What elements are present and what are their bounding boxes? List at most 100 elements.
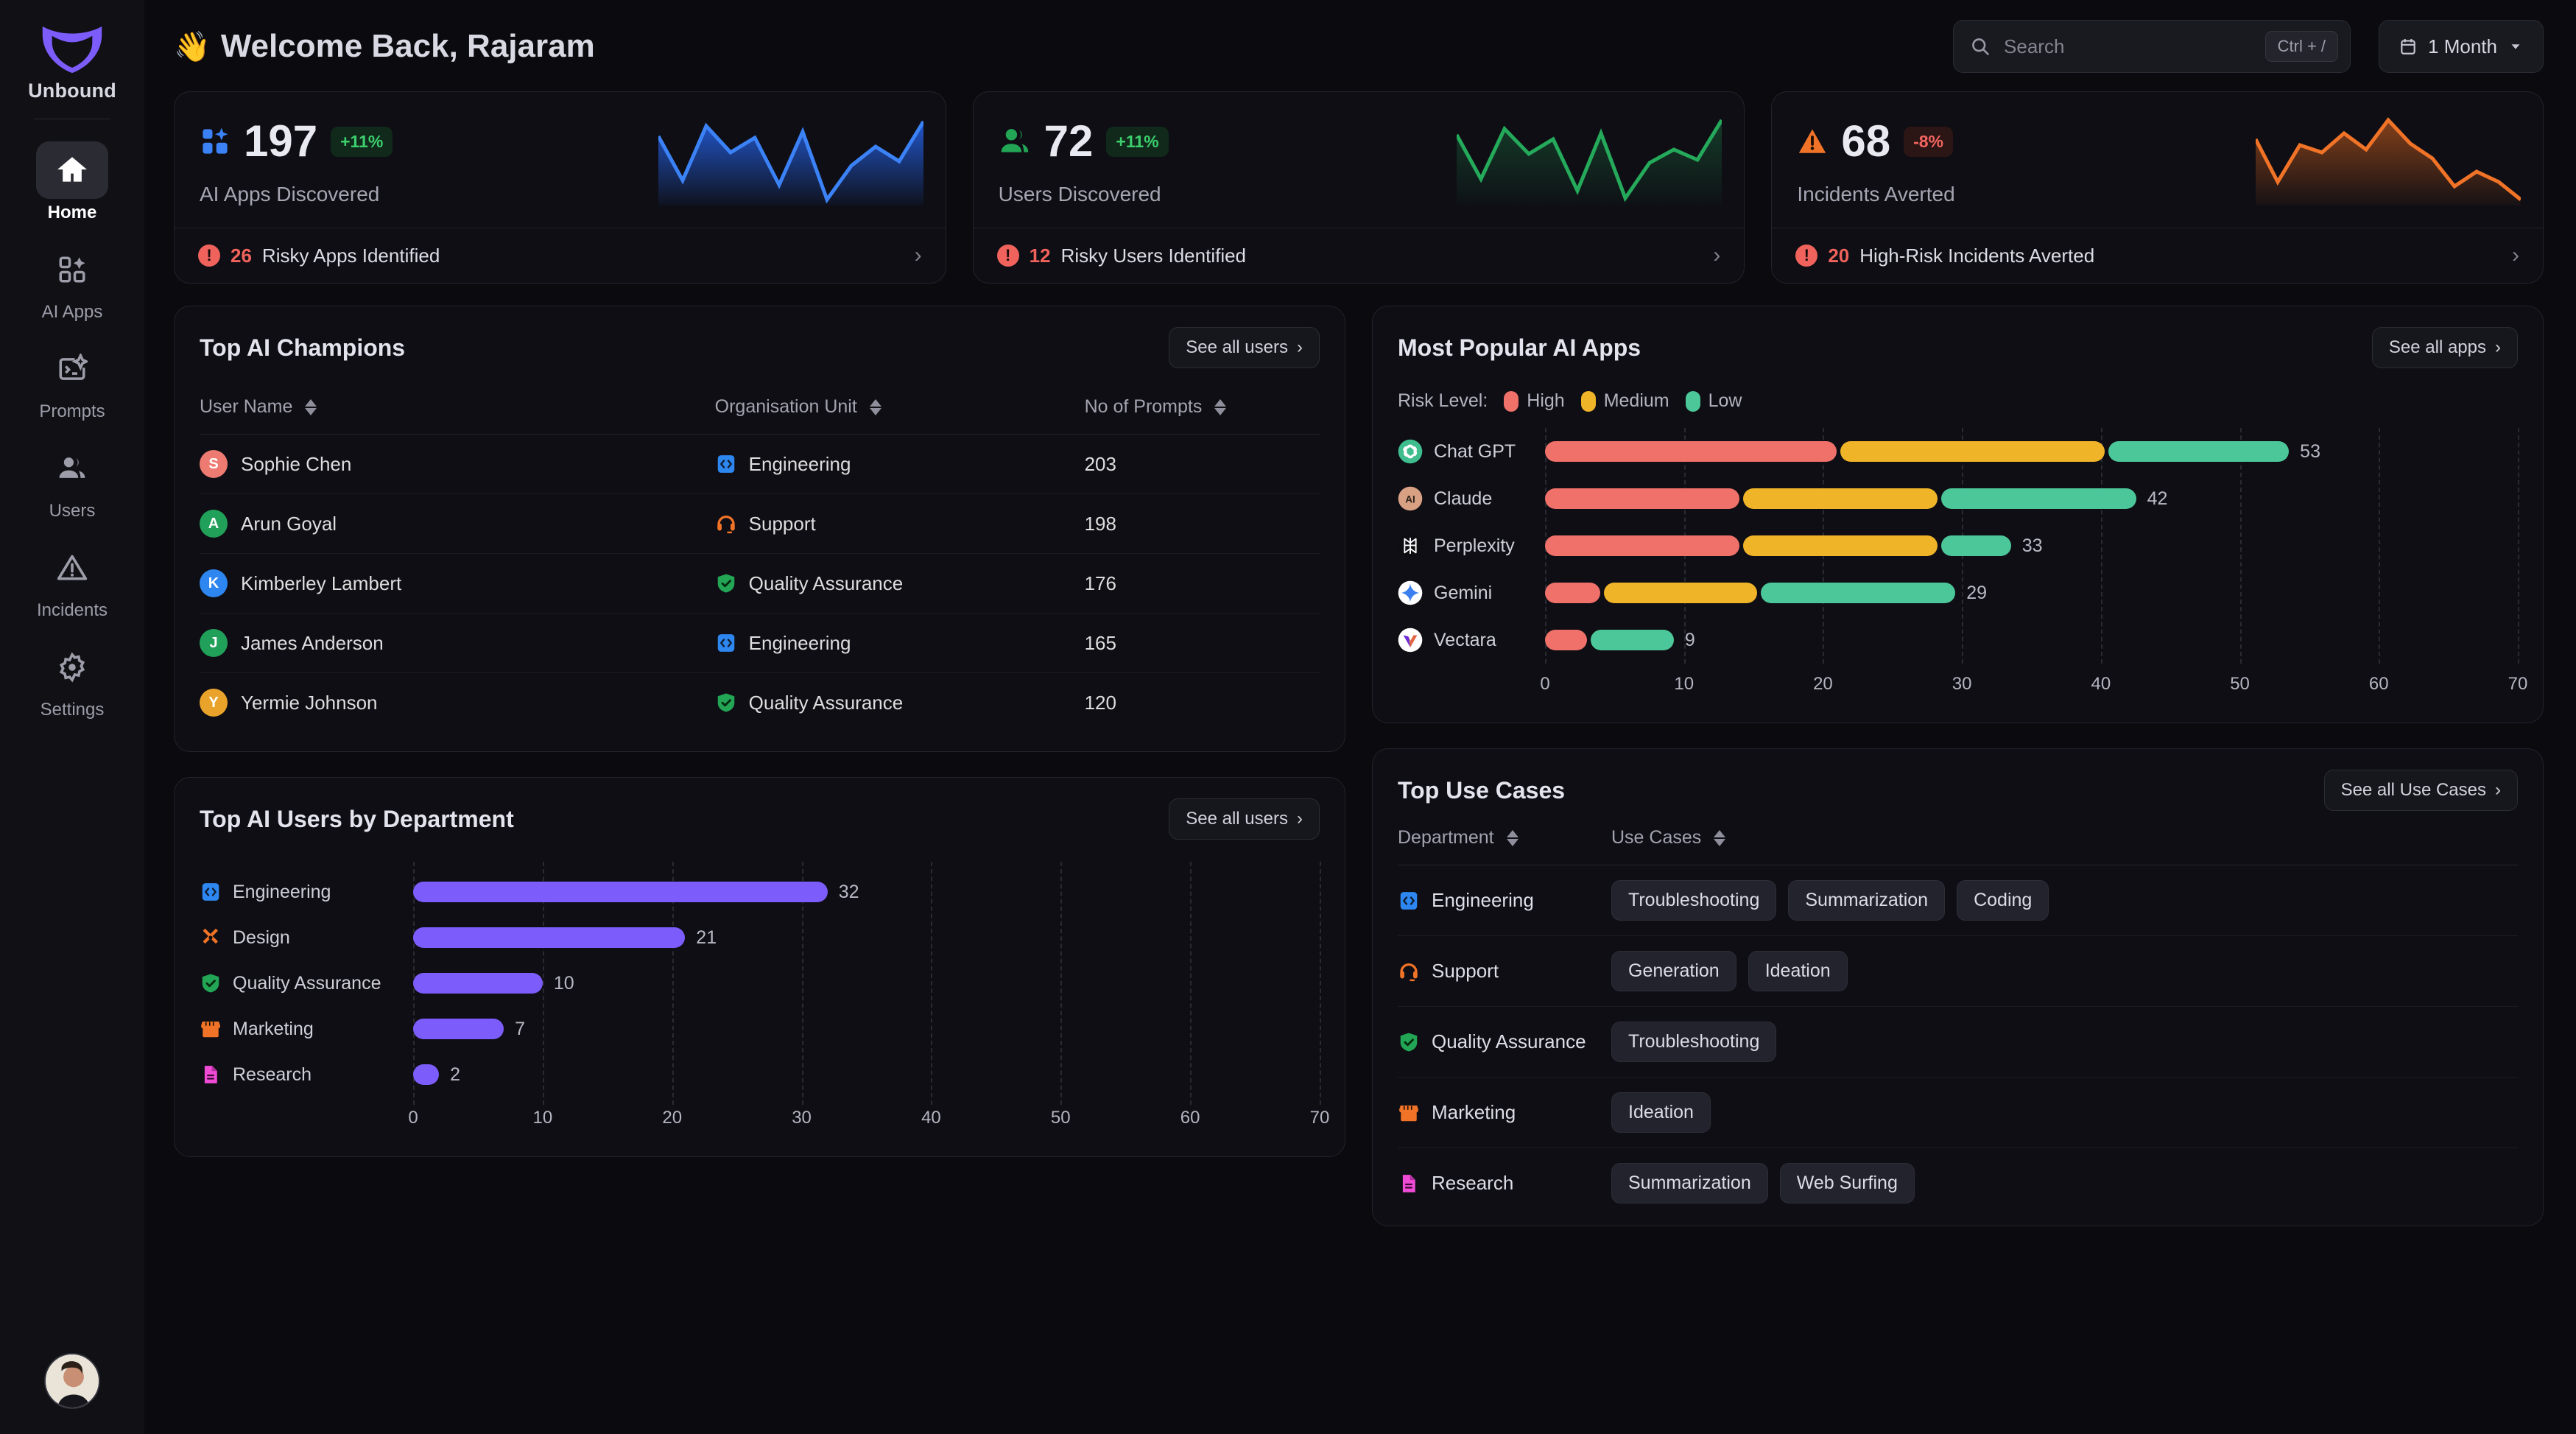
table-row[interactable]: Marketing Ideation [1398, 1078, 2518, 1148]
see-all-use-cases-button[interactable]: See all Use Cases › [2323, 770, 2518, 811]
shield-check-icon [715, 692, 737, 714]
sidebar-item-ai-apps[interactable]: AI Apps [0, 231, 144, 330]
use-case-tag[interactable]: Ideation [1748, 951, 1848, 991]
use-case-tag[interactable]: Generation [1611, 951, 1736, 991]
chart-bar-row[interactable]: Quality Assurance 10 [200, 960, 1320, 1006]
category-name: Research [233, 1064, 312, 1085]
kpi-footer-link[interactable]: ! 20 High-Risk Incidents Averted › [1772, 228, 2544, 283]
use-case-tag[interactable]: Troubleshooting [1611, 880, 1777, 921]
kpi-footer-text: High-Risk Incidents Averted [1859, 244, 2095, 267]
chart-bar-row[interactable]: Vectara 9 [1398, 616, 2518, 664]
chart-bar-row[interactable]: Marketing 7 [200, 1006, 1320, 1052]
axis-tick-label: 0 [1540, 674, 1550, 694]
column-header-org-unit[interactable]: Organisation Unit [714, 386, 1085, 435]
gemini-icon [1398, 580, 1423, 605]
panels-grid: Top AI Champions See all users › User Na… [174, 306, 2544, 1226]
axis-tick-label: 10 [1674, 674, 1695, 694]
sidebar-item-settings[interactable]: Settings [0, 628, 144, 728]
risk-level-legend: Risk Level: High Medium Low [1398, 390, 2518, 412]
org-unit-label: Engineering [748, 452, 851, 475]
bar-track: 21 [413, 927, 1320, 949]
see-all-users-button[interactable]: See all users › [1169, 327, 1320, 368]
chart-bar-row[interactable]: Research 2 [200, 1052, 1320, 1097]
axis-tick-label: 70 [2508, 674, 2528, 694]
date-range-selector[interactable]: 1 Month [2379, 20, 2544, 73]
table-row[interactable]: Quality Assurance Troubleshooting [1398, 1007, 2518, 1078]
legend-swatch [1580, 390, 1596, 412]
bar-segment-high [1545, 488, 1740, 509]
use-case-tag[interactable]: Summarization [1788, 880, 1946, 921]
bar-value-label: 33 [2021, 535, 2043, 556]
bar-segment-medium [1604, 583, 1758, 603]
column-header-user-name[interactable]: User Name [200, 386, 715, 435]
chart-bar-row[interactable]: Engineering 32 [200, 869, 1320, 915]
kpi-footer-link[interactable]: ! 26 Risky Apps Identified › [175, 228, 946, 283]
table-row[interactable]: J James Anderson Engineering 165 [200, 613, 1320, 673]
table-row[interactable]: Research Summarization Web Surfing [1398, 1148, 2518, 1218]
chart-bar-row[interactable]: Gemini 29 [1398, 569, 2518, 616]
column-header-use-cases[interactable]: Use Cases [1611, 827, 1726, 848]
table-row[interactable]: Engineering Troubleshooting Summarization C… [1398, 865, 2518, 936]
column-header-prompts[interactable]: No of Prompts [1084, 386, 1320, 435]
search-input[interactable] [2004, 35, 2252, 58]
chevron-right-icon: › [2495, 337, 2501, 357]
use-case-tag[interactable]: Summarization [1611, 1163, 1768, 1203]
kpi-footer-count: 20 [1828, 244, 1850, 267]
bar-segment-high [1545, 630, 1587, 650]
bar-segment-medium [1840, 441, 2105, 462]
cell-user-name: K Kimberley Lambert [200, 553, 715, 614]
kpi-delta-badge: +11% [1106, 126, 1169, 157]
chart-bar-row[interactable]: Perplexity 33 [1398, 522, 2518, 569]
bar-category-label: Chat GPT [1398, 439, 1545, 464]
chevron-right-icon: › [2495, 780, 2501, 800]
users-icon [36, 440, 108, 497]
use-case-tag[interactable]: Troubleshooting [1611, 1022, 1777, 1062]
column-label: Organisation Unit [714, 396, 857, 417]
see-all-apps-button[interactable]: See all apps › [2371, 327, 2518, 368]
chart-bar-row[interactable]: Chat GPT 53 [1398, 428, 2518, 475]
see-all-users-button[interactable]: See all users › [1169, 798, 1320, 840]
code-icon [1398, 890, 1420, 912]
bar-category-label: Perplexity [1398, 533, 1545, 558]
cell-department: Quality Assurance [1398, 1030, 1611, 1053]
cell-prompts: 198 [1084, 493, 1320, 554]
sidebar-item-label: Home [47, 203, 97, 222]
department-bar-chart: Engineering 32 Design 21 Quality Assurance 10… [200, 862, 1321, 1105]
storefront-icon [1398, 1102, 1420, 1124]
bar-track: 29 [1545, 583, 2518, 604]
table-row[interactable]: A Arun Goyal Support 198 [200, 493, 1320, 554]
use-case-tag[interactable]: Web Surfing [1779, 1163, 1915, 1203]
sort-icon [1214, 399, 1227, 416]
use-case-tag[interactable]: Ideation [1611, 1092, 1711, 1133]
user-name-label: Sophie Chen [241, 452, 352, 475]
table-row[interactable]: Y Yermie Johnson Quality Assurance 120 [200, 673, 1320, 733]
table-row[interactable]: K Kimberley Lambert Quality Assurance 176 [200, 553, 1320, 614]
chart-bar-row[interactable]: AI Claude 42 [1398, 475, 2518, 522]
column-label: User Name [200, 396, 293, 417]
kpi-footer-link[interactable]: ! 12 Risky Users Identified › [973, 228, 1745, 283]
column-label: Use Cases [1611, 827, 1702, 848]
table-row[interactable]: Support Generation Ideation [1398, 936, 2518, 1007]
bar-segment-low [2108, 441, 2290, 462]
sidebar-item-home[interactable]: Home [0, 131, 144, 231]
sidebar-item-users[interactable]: Users [0, 429, 144, 529]
panel-title: Top Use Cases [1398, 776, 1566, 804]
sidebar-item-prompts[interactable]: Prompts [0, 330, 144, 429]
bar-category-label: Design [200, 927, 413, 949]
use-case-tag[interactable]: Coding [1957, 880, 2049, 921]
avatar[interactable] [44, 1353, 100, 1409]
kpi-delta-badge: -8% [1904, 126, 1953, 157]
bar-segment-high [1545, 583, 1601, 603]
column-header-department[interactable]: Department [1398, 827, 1611, 848]
see-all-label: See all Use Cases [2340, 780, 2486, 800]
brand-logo[interactable]: Unbound [28, 22, 116, 102]
cell-user-name: S Sophie Chen [200, 434, 715, 494]
terminal-sparkle-icon [36, 340, 108, 398]
chart-bar-row[interactable]: Design 21 [200, 915, 1320, 960]
table-row[interactable]: S Sophie Chen Engineering 203 [200, 434, 1320, 494]
alert-icon: ! [996, 245, 1019, 267]
sidebar-item-incidents[interactable]: Incidents [0, 529, 144, 628]
search-box[interactable]: Ctrl + / [1953, 20, 2351, 73]
cell-use-case-tags: Generation Ideation [1611, 951, 1848, 991]
category-name: Perplexity [1434, 535, 1515, 556]
